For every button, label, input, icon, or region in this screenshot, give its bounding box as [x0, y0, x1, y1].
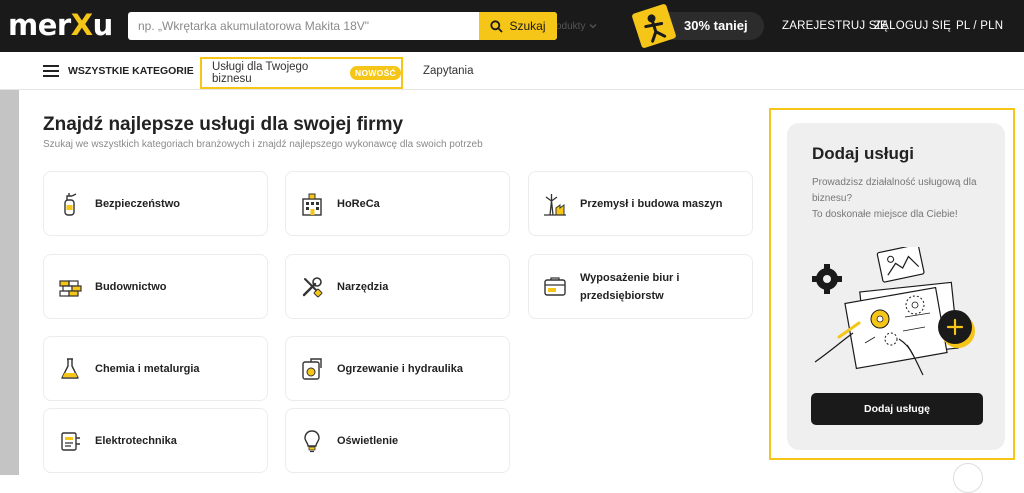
electric-panel-icon	[61, 431, 80, 451]
all-categories-label: WSZYSTKIE KATEGORIE	[68, 65, 194, 77]
category-card-chemistry[interactable]: Chemia i metalurgia	[43, 336, 268, 401]
category-card-lighting[interactable]: Oświetlenie	[285, 408, 510, 473]
category-card-office-equipment[interactable]: Wyposażenie biur i przedsiębiorstw	[528, 254, 753, 319]
login-link[interactable]: ZALOGUJ SIĘ	[874, 0, 951, 52]
category-card-construction[interactable]: Budownictwo	[43, 254, 268, 319]
chevron-down-icon	[590, 24, 597, 29]
new-badge: NOWOŚĆ	[350, 66, 401, 80]
register-link[interactable]: ZAREJESTRUJ SIĘ	[782, 0, 888, 52]
promo-badge	[631, 3, 677, 49]
industry-icon	[544, 193, 566, 216]
category-label: HoReCa	[337, 197, 380, 210]
office-equipment-icon	[544, 276, 566, 296]
search-input[interactable]	[128, 12, 413, 40]
logo-text-x: X	[70, 8, 93, 42]
category-label: Narzędzia	[337, 280, 389, 293]
add-service-button[interactable]: Dodaj usługę	[811, 393, 983, 425]
category-label: Wyposażenie biur i przedsiębiorstw	[580, 271, 680, 302]
category-label: Bezpieczeństwo	[95, 197, 180, 210]
promo-banner[interactable]: 30% taniej	[631, 3, 764, 49]
category-card-security[interactable]: Bezpieczeństwo	[43, 171, 268, 236]
hamburger-icon	[43, 65, 59, 77]
add-services-description: Prowadzisz działalność usługową dla bizn…	[812, 177, 977, 220]
tab-business-services-label: Usługi dla Twojego biznesu	[212, 61, 309, 85]
scroll-top-button[interactable]	[953, 463, 983, 493]
fire-extinguisher-icon	[64, 192, 77, 216]
category-label: Chemia i metalurgia	[95, 362, 200, 375]
search-icon	[490, 19, 504, 33]
category-card-heating[interactable]: Ogrzewanie i hydraulika	[285, 336, 510, 401]
top-bar: merXu Produkty Szukaj 30% taniej ZAREJES…	[0, 0, 1024, 52]
bricks-icon	[59, 279, 82, 297]
category-label: Oświetlenie	[337, 434, 399, 447]
tab-queries[interactable]: Zapytania	[423, 52, 474, 90]
merxu-logo[interactable]: merXu	[8, 8, 113, 42]
flask-icon	[61, 357, 79, 379]
logo-text-end: u	[92, 8, 114, 42]
category-label: Elektrotechnika	[95, 434, 177, 447]
blueprint-illustration	[812, 247, 975, 376]
character-icon	[644, 14, 667, 43]
promo-text: 30% taniej	[684, 18, 748, 33]
category-card-tools[interactable]: Narzędzia	[285, 254, 510, 319]
category-label: Ogrzewanie i hydraulika	[337, 362, 463, 375]
category-label: Przemysł i budowa maszyn	[580, 197, 723, 210]
secondary-nav: WSZYSTKIE KATEGORIE Usługi dla Twojego b…	[0, 52, 1024, 90]
search-button[interactable]: Szukaj	[479, 12, 557, 40]
page-title: Znajdź najlepsze usługi dla swojej firmy	[43, 114, 404, 135]
heating-icon	[302, 357, 322, 380]
tab-business-services[interactable]: Usługi dla Twojego biznesu NOWOŚĆ	[200, 57, 403, 89]
logo-text-start: mer	[8, 8, 71, 42]
category-card-horeca[interactable]: HoReCa	[285, 171, 510, 236]
gear-icon	[812, 264, 842, 294]
bulb-icon	[304, 429, 320, 452]
category-label: Budownictwo	[95, 280, 167, 293]
add-services-title: Dodaj usługi	[812, 144, 914, 163]
page-subtitle: Szukaj we wszystkich kategoriach branżow…	[43, 139, 483, 150]
tools-icon	[302, 276, 323, 297]
left-scroll-strip	[0, 90, 19, 475]
search-button-label: Szukaj	[509, 19, 546, 33]
category-card-industry[interactable]: Przemysł i budowa maszyn	[528, 171, 753, 236]
locale-selector[interactable]: PL / PLN	[956, 0, 1003, 52]
hotel-icon	[302, 193, 322, 216]
all-categories-button[interactable]: WSZYSTKIE KATEGORIE	[43, 52, 194, 90]
category-card-electrical[interactable]: Elektrotechnika	[43, 408, 268, 473]
